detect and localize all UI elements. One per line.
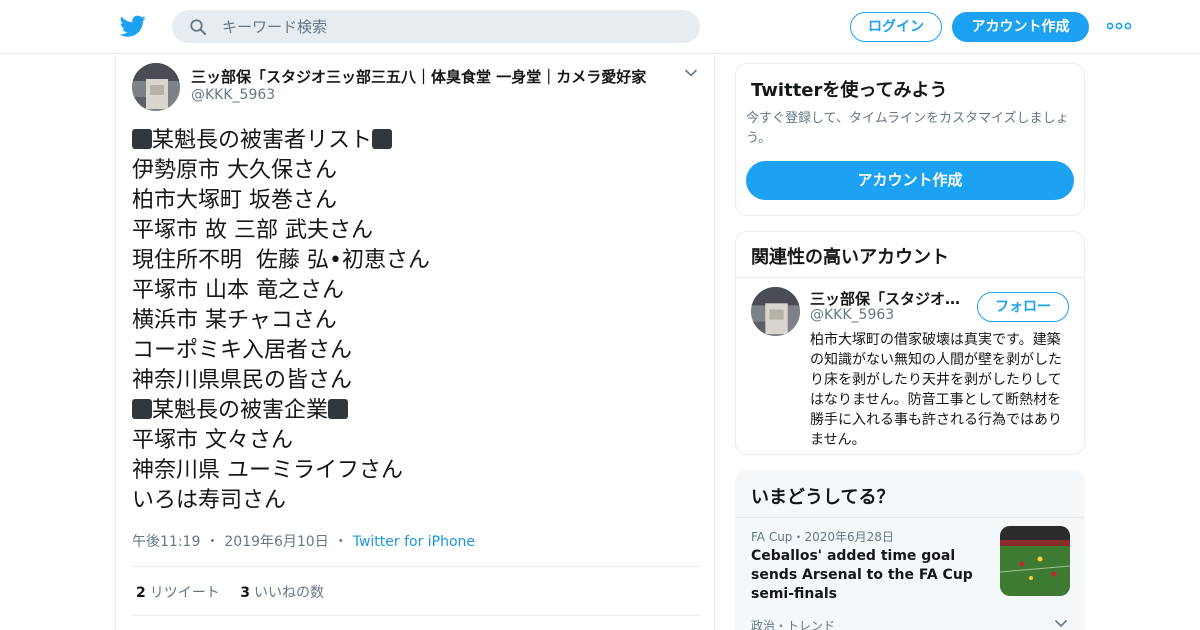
divider [132,566,700,567]
black-square-icon [328,399,349,419]
card-title: Twitterを使ってみよう [751,80,948,101]
twitter-bird-icon[interactable] [120,13,146,39]
like-label: いいねの数 [253,585,324,601]
trend-headline[interactable]: Ceballos' added time goal sends Arsenal … [751,547,991,604]
tweet-source-link[interactable]: Twitter for iPhone [353,534,475,550]
tweet-text-line: 柏市大塚町 坂巻さん [132,186,702,216]
search-input[interactable] [222,10,682,43]
trend-category: FA Cup [751,530,793,544]
divider [132,615,700,616]
divider [736,277,1084,278]
tweet-text-line: 某魁長の被害者リスト [132,126,702,156]
trend-thumbnail[interactable] [1000,526,1070,596]
divider [736,517,1084,518]
search-box[interactable] [172,10,700,43]
follow-button[interactable]: フォロー [977,292,1069,322]
tweet-text-line: コーポミキ入居者さん [132,336,702,366]
login-button[interactable]: ログイン [850,12,942,42]
create-account-button[interactable]: アカウント作成 [746,161,1074,200]
tweet-permalink: 三ッ部保「スタジオ三ッ部三五八｜体臭食堂 一身堂｜カメラ愛好家 @KKK_596… [115,54,715,630]
tweet-text-line-content: 某魁長の被害企業 [152,398,329,423]
tweet-date[interactable]: 2019年6月10日 [224,534,328,550]
card-title: いまどうしてる？ [751,487,895,508]
like-count: 3 [240,585,250,601]
card-title: 関連性の高いアカウント [751,247,949,268]
related-account-avatar[interactable] [751,287,800,336]
tweet-stats: 2 リツイート 3 いいねの数 [136,582,340,602]
author-avatar[interactable] [132,63,180,111]
tweet-text-line: いろは寿司さん [132,486,702,516]
tweet-text-line-content: 平塚市 山本 竜之さん [132,278,344,303]
tweet-text-line: 平塚市 故 三部 武夫さん [132,216,702,246]
retweet-count: 2 [136,585,146,601]
tweet-time[interactable]: 午後11:19 [132,534,200,550]
tweet-metadata: 午後11:19 ・ 2019年6月10日・ Twitter for iPhone [132,534,476,550]
tweet-text-line: 伊勢原市 大久保さん [132,156,702,186]
avatar-photo-icon [132,63,180,111]
more-options-icon[interactable] [1107,22,1131,30]
tweet-text-line-content: 伊勢原市 大久保さん [132,158,337,183]
tweet-text-line: 平塚市 文々さん [132,426,702,456]
avatar-photo-icon [751,287,800,336]
tweet-text-line-content: 平塚市 故 三部 武夫さん [132,218,373,243]
tweet-text-line-content: いろは寿司さん [132,488,287,513]
tweet-text-line-content: 現住所不明 佐藤 弘•初恵さん [132,248,430,273]
tweet-text: 某魁長の被害者リスト伊勢原市 大久保さん 柏市大塚町 坂巻さん平塚市 故 三部 武… [132,126,702,516]
black-square-icon [132,399,152,419]
trends-card: いまどうしてる？ FA Cup・2020年6月28日 Ceballos' add… [735,470,1085,630]
tweet-text-line-content: 某魁長の被害者リスト [152,128,373,153]
tweet-text-line: 某魁長の被害企業 [132,396,702,426]
tweet-text-line-content: 神奈川県県民の皆さん [132,368,353,393]
like-stat[interactable]: 3 いいねの数 [240,585,324,601]
tweet-text-line: 神奈川県 ユーミライフさん [132,456,702,486]
tweet-text-line-content: 平塚市 文々さん [132,428,293,453]
retweet-stat[interactable]: 2 リツイート [136,585,220,601]
tweet-text-line-content: 柏市大塚町 坂巻さん [132,188,337,213]
black-square-icon [132,129,152,149]
related-accounts-card: 関連性の高いアカウント 三ッ部保「スタジオ三ッ部三五八｜体臭食堂 一身堂｜カメラ… [735,231,1085,455]
tweet-text-line-content: 横浜市 某チャコさん [132,308,337,333]
author-name[interactable]: 三ッ部保「スタジオ三ッ部三五八｜体臭食堂 一身堂｜カメラ愛好家 [191,66,646,87]
signup-prompt-card: Twitterを使ってみよう 今すぐ登録して、タイムラインをカスタマイズしましょ… [735,63,1085,216]
tweet-text-line: 神奈川県県民の皆さん [132,366,702,396]
next-trend-category: 政治・トレンド [751,619,836,630]
tweet-text-line: 横浜市 某チャコさん [132,306,702,336]
tweet-text-line-content: コーポミキ入居者さん [132,338,353,363]
black-square-icon [372,129,393,149]
trend-meta: FA Cup・2020年6月28日 [751,530,894,544]
tweet-text-line-content: 神奈川県 ユーミライフさん [132,458,403,483]
trend-date: 2020年6月28日 [804,530,894,544]
search-icon [190,19,207,36]
chevron-down-icon[interactable] [1054,619,1068,628]
related-account-handle[interactable]: @KKK_5963 [810,307,894,323]
related-account-name[interactable]: 三ッ部保「スタジオ三ッ部三五八｜体臭食堂 一身堂｜カメラ愛好家 [810,288,968,309]
tweet-text-line: 現住所不明 佐藤 弘•初恵さん [132,246,702,276]
tweet-text-line: 平塚市 山本 竜之さん [132,276,702,306]
related-account-bio: 柏市大塚町の借家破壊は真実です。建築の知識がない無知の人間が壁を剥がしたり床を剥… [810,332,1062,448]
author-handle[interactable]: @KKK_5963 [191,87,275,103]
card-description: 今すぐ登録して、タイムラインをカスタマイズしましょう。 [746,111,1069,146]
top-navigation-bar: ログイン アカウント作成 [0,0,1200,54]
chevron-down-icon[interactable] [684,68,698,78]
signup-button[interactable]: アカウント作成 [952,12,1089,42]
soccer-pitch-photo-icon [1000,526,1070,596]
retweet-label: リツイート [149,585,220,601]
